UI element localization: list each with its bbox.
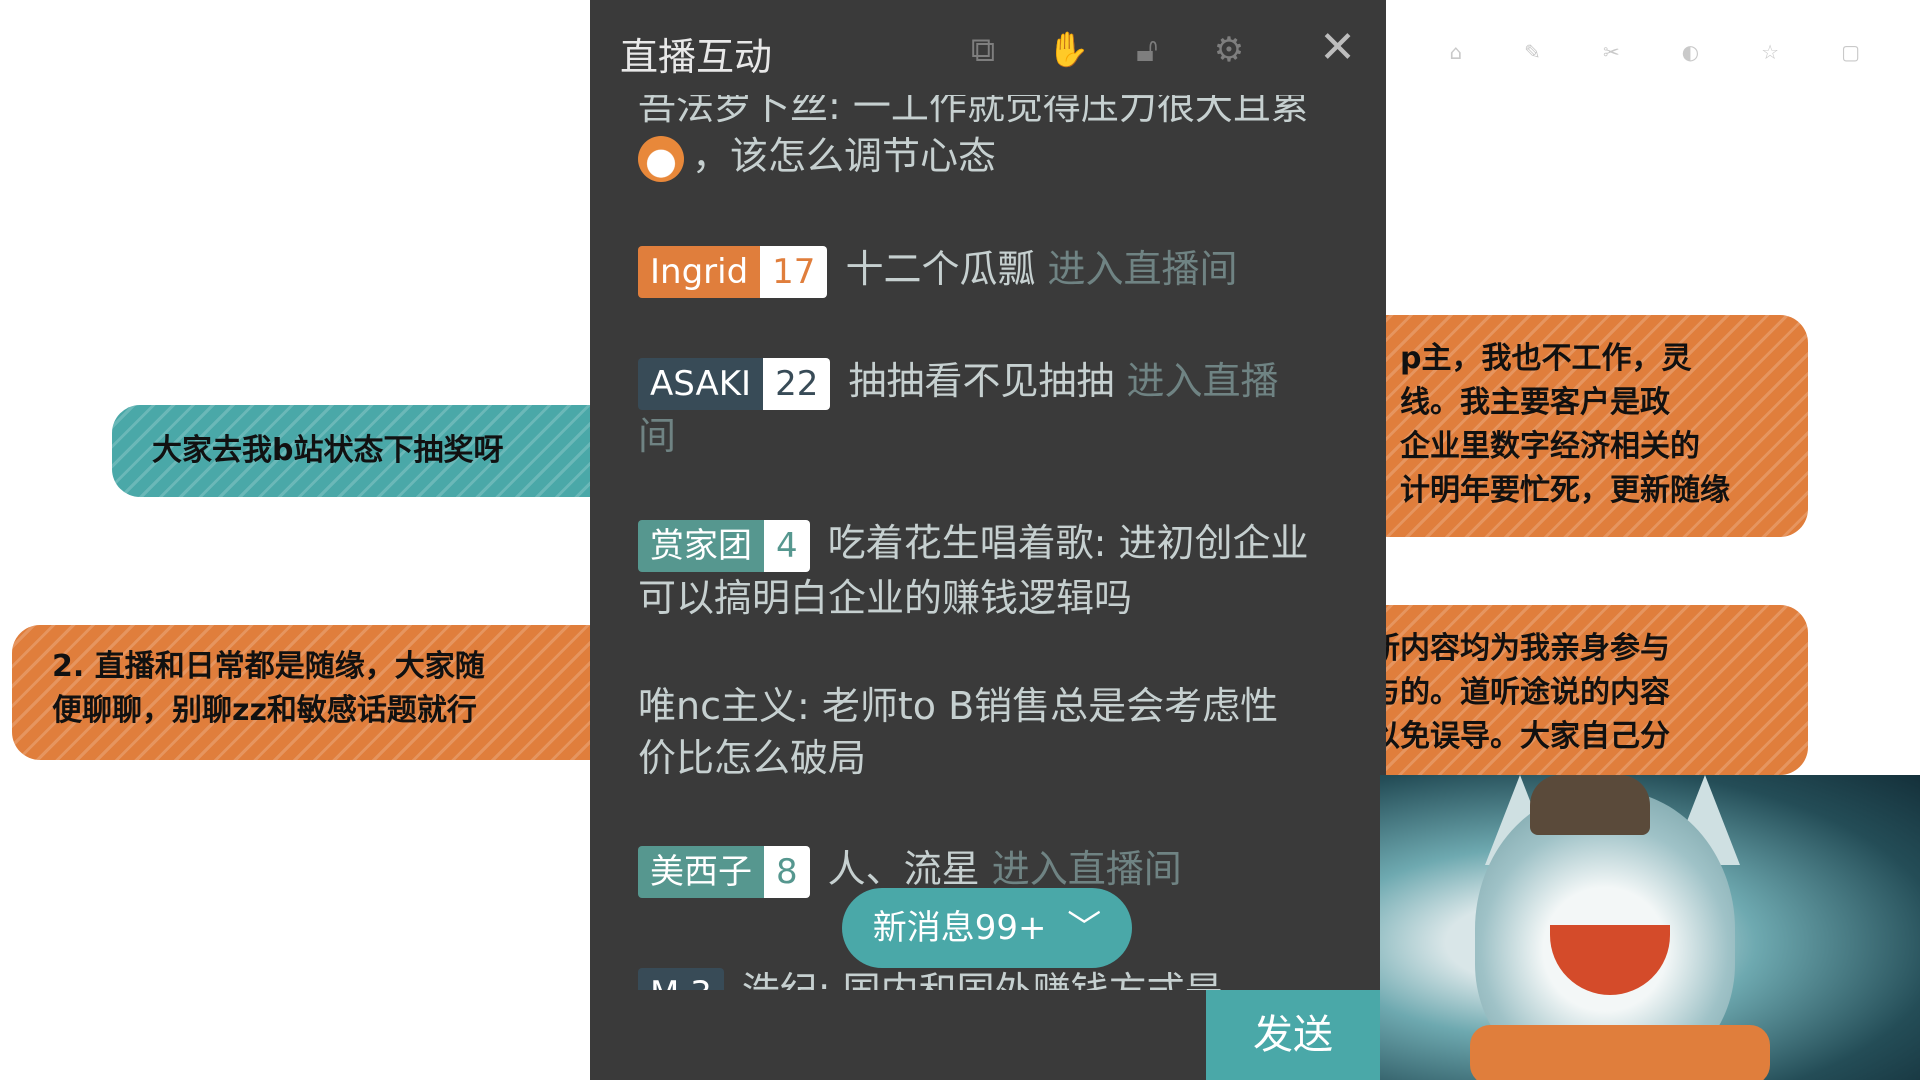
list-item: 唯nc主义: 老师to B销售总是会考虑性 价比怎么破局 [638, 680, 1338, 784]
panel-title: 直播互动 [620, 35, 773, 79]
enter-notice: 进入直播间 [1047, 247, 1238, 291]
enter-notice: 进入直播 [1126, 359, 1279, 403]
note-intro-line: p主，我也不工作，灵 [1400, 341, 1692, 376]
message-text: 吾法罗卜丝: 一工作就觉得压力很大且累 [638, 95, 1309, 128]
star-icon[interactable]: ☆ [1761, 40, 1779, 64]
username[interactable]: 抽抽看不见抽抽 [848, 359, 1114, 403]
note-intro-line: 企业里数字经济相关的 [1400, 429, 1700, 464]
streamer-camera [1380, 775, 1920, 1080]
home-icon[interactable]: ⌂ [1449, 40, 1462, 64]
new-messages-button[interactable]: 新消息99+ ﹀ [842, 888, 1132, 968]
list-item: Ingrid 17 十二个瓜瓢 进入直播间 [638, 243, 1338, 298]
note-disclaimer-line: 与的。道听途说的内容 [1370, 675, 1670, 710]
thumb-icon[interactable]: ✋ [1047, 30, 1089, 70]
note-rules-line2: 便聊聊，别聊zz和敏感话题就行 [52, 693, 477, 728]
note-disclaimer-line: 以免误导。大家自己分 [1370, 719, 1670, 754]
badge-level: 8 [764, 845, 810, 898]
fan-badge[interactable]: M 3 [638, 967, 724, 990]
message-text: ，该怎么调节心态 [692, 134, 997, 178]
fan-badge[interactable]: ASAKI 22 [638, 357, 831, 410]
badge-name: ASAKI [638, 357, 764, 410]
note-disclaimer-line: 新内容均为我亲身参与 [1370, 631, 1670, 666]
new-messages-label: 新消息99+ [872, 908, 1047, 948]
send-button[interactable]: 发送 [1206, 990, 1380, 1080]
canvas-toolbar: ⌂ ✎ ✂ ◐ ☆ ▢ [1449, 40, 1860, 64]
scissors-icon[interactable]: ✂ [1603, 40, 1620, 64]
badge-level: 4 [764, 519, 810, 572]
message-text: 浩纪: 国内和国外赚钱方式是 [742, 969, 1223, 990]
fan-badge[interactable]: Ingrid 17 [638, 245, 828, 298]
stats-icon[interactable]: ⧉ [965, 30, 1001, 70]
note-rules-line1: 2. 直播和日常都是随缘，大家随 [52, 649, 485, 684]
note-disclaimer: 新内容均为我亲身参与 与的。道听途说的内容 以免误导。大家自己分 [1330, 605, 1808, 775]
gear-icon[interactable]: ⚙ [1211, 30, 1247, 70]
chevron-down-icon: ﹀ [1067, 908, 1102, 948]
lock-icon[interactable]: 🔓︎ [1129, 30, 1165, 70]
message-text: 价比怎么破局 [638, 736, 867, 780]
message-text: 可以搞明白企业的赚钱逻辑吗 [638, 575, 1133, 620]
fan-badge[interactable]: 美西子 8 [638, 845, 810, 898]
message-list[interactable]: 吾法罗卜丝: 一工作就觉得压力很大且累 ，该怎么调节心态 Ingrid 17 十二个… [590, 95, 1386, 990]
note-rules: 2. 直播和日常都是随缘，大家随 便聊聊，别聊zz和敏感话题就行 [12, 625, 632, 760]
list-item: 赏家团 4 吃着花生唱着歌: 进初创企业 可以搞明白企业的赚钱逻辑吗 [638, 517, 1338, 624]
message-text: 吃着花生唱着歌: 进初创企业 [827, 521, 1309, 565]
avatar-scarf [1470, 1025, 1770, 1080]
username[interactable]: 十二个瓜瓢 [845, 247, 1035, 291]
username[interactable]: 人、流星 [828, 847, 980, 891]
close-icon[interactable]: ✕ [1319, 22, 1356, 73]
note-intro-line: 计明年要忙死，更新随缘 [1400, 473, 1730, 508]
badge-name: 美西子 [638, 845, 764, 898]
badge-level: 22 [763, 357, 831, 410]
list-item: M 3 浩纪: 国内和国外赚钱方式是 [638, 965, 1338, 990]
note-intro-line: 线。我主要客户是政 [1400, 385, 1670, 420]
badge-name: Ingrid [638, 245, 761, 298]
window-icon[interactable]: ▢ [1841, 40, 1860, 64]
goggles-hat [1530, 775, 1650, 835]
list-item: ASAKI 22 抽抽看不见抽抽 进入直播 间 [638, 355, 1338, 462]
message-text: 唯nc主义: 老师to B销售总是会考虑性 [638, 684, 1279, 728]
badge-level: 17 [760, 245, 828, 298]
enter-notice-wrap: 间 [638, 413, 677, 458]
note-lottery: 大家去我b站状态下抽奖呀 [112, 405, 672, 497]
message-text-line2: ，该怎么调节心态 [638, 130, 1338, 182]
list-item: 吾法罗卜丝: 一工作就觉得压力很大且累 ，该怎么调节心态 [638, 95, 1338, 182]
note-intro: p主，我也不工作，灵 线。我主要客户是政 企业里数字经济相关的 计明年要忙死，更… [1330, 315, 1808, 537]
shiba-emoji-icon [638, 135, 684, 182]
contrast-icon[interactable]: ◐ [1682, 40, 1699, 64]
pen-icon[interactable]: ✎ [1524, 40, 1541, 64]
header-icons: ⧉ ✋ 🔓︎ ⚙ [965, 30, 1247, 70]
badge-name: 赏家团 [638, 519, 764, 572]
panel-header: 直播互动 ⧉ ✋ 🔓︎ ⚙ ✕ [590, 0, 1386, 100]
fan-badge[interactable]: 赏家团 4 [638, 519, 810, 572]
enter-notice: 进入直播间 [991, 847, 1182, 891]
badge-name: M 3 [638, 967, 724, 990]
